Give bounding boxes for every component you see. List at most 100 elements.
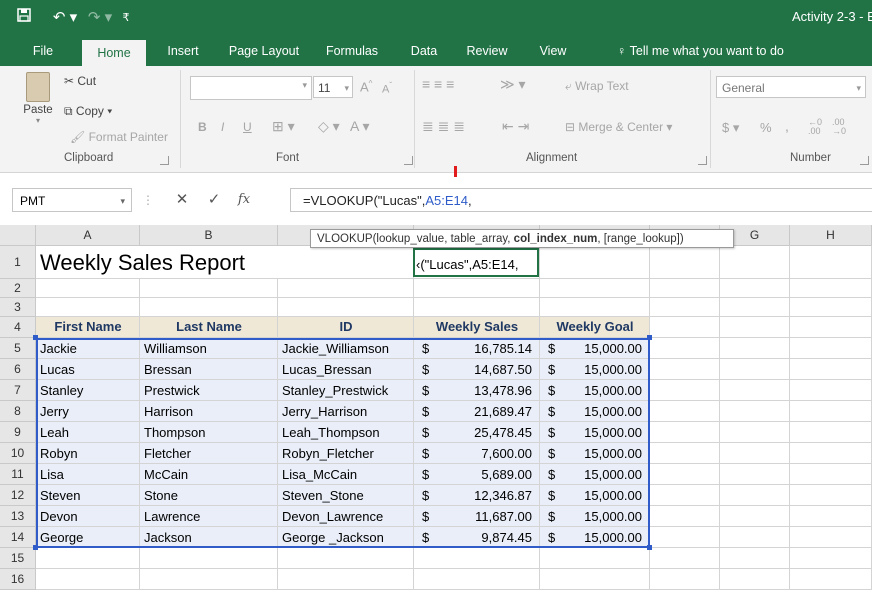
grid-cell[interactable] xyxy=(720,485,790,506)
tab-review[interactable]: Review xyxy=(460,36,514,66)
grid-cell[interactable] xyxy=(720,338,790,359)
fill-color-icon[interactable]: ◇ ▾ xyxy=(318,118,340,135)
row-header[interactable]: 14 xyxy=(0,527,36,548)
grid-cell[interactable] xyxy=(540,246,650,279)
column-header-a[interactable]: A xyxy=(36,225,140,246)
grid-cell[interactable] xyxy=(790,380,872,401)
grid-cell[interactable] xyxy=(720,443,790,464)
grid-cell[interactable] xyxy=(414,279,540,298)
number-format-select[interactable]: General ▾ xyxy=(716,76,866,98)
active-edit-cell[interactable]: ‹("Lucas",A5:E14, xyxy=(413,248,539,277)
orientation-icon[interactable]: ≫ ▾ xyxy=(500,76,526,93)
grid-cell[interactable] xyxy=(650,506,720,527)
tab-formulas[interactable]: Formulas xyxy=(320,36,384,66)
row-header[interactable]: 11 xyxy=(0,464,36,485)
increase-decimal-button[interactable]: ←0.00 xyxy=(808,118,822,136)
cancel-icon[interactable]: ✕ xyxy=(170,188,194,212)
top-align-icon[interactable]: ≡ ≡ ≡ xyxy=(422,76,454,92)
grid-cell[interactable] xyxy=(36,548,140,569)
alignment-launcher-icon[interactable] xyxy=(698,156,707,165)
grid-cell[interactable] xyxy=(790,338,872,359)
row-header[interactable]: 12 xyxy=(0,485,36,506)
grid-cell[interactable] xyxy=(790,464,872,485)
format-painter-button[interactable]: 🖌 Format Painter xyxy=(70,130,168,144)
grid-cell[interactable] xyxy=(650,485,720,506)
grid-cell[interactable] xyxy=(278,279,414,298)
grid-cell[interactable] xyxy=(650,359,720,380)
percent-button[interactable]: % xyxy=(760,120,772,135)
grid-cell[interactable] xyxy=(414,548,540,569)
row-header[interactable]: 6 xyxy=(0,359,36,380)
grid-cell[interactable] xyxy=(720,401,790,422)
grid-cell[interactable] xyxy=(540,279,650,298)
selection-handle[interactable] xyxy=(33,545,38,550)
grid-cell[interactable] xyxy=(140,569,278,590)
decrease-decimal-button[interactable]: .00 →0 xyxy=(832,118,846,136)
grid-cell[interactable] xyxy=(650,548,720,569)
row-header[interactable]: 4 xyxy=(0,317,36,338)
paste-button[interactable]: Paste ▾ xyxy=(20,72,56,125)
grid-cell[interactable] xyxy=(720,380,790,401)
grid-cell[interactable] xyxy=(720,317,790,338)
grid-cell[interactable] xyxy=(278,569,414,590)
tab-home[interactable]: Home xyxy=(82,40,146,66)
grid-cell[interactable] xyxy=(650,464,720,485)
row-header[interactable]: 2 xyxy=(0,279,36,298)
shrink-font-button[interactable]: Aˇ xyxy=(382,81,392,96)
grid-cell[interactable] xyxy=(36,569,140,590)
spreadsheet-grid[interactable]: ABCDEFGH12345678910111213141516Weekly Sa… xyxy=(0,225,872,608)
formula-input[interactable]: =VLOOKUP("Lucas",A5:E14, xyxy=(290,188,872,212)
grid-cell[interactable] xyxy=(720,569,790,590)
grid-cell[interactable] xyxy=(278,298,414,317)
tell-me-box[interactable]: ♀ Tell me what you want to do xyxy=(617,36,784,66)
grid-cell[interactable] xyxy=(36,298,140,317)
grow-font-button[interactable]: A^ xyxy=(360,79,372,94)
grid-cell[interactable] xyxy=(414,298,540,317)
grid-cell[interactable] xyxy=(650,569,720,590)
grid-cell[interactable] xyxy=(650,443,720,464)
row-header[interactable]: 5 xyxy=(0,338,36,359)
borders-icon[interactable]: ⊞ ▾ xyxy=(272,118,295,135)
grid-cell[interactable] xyxy=(278,246,414,279)
grid-cell[interactable] xyxy=(790,527,872,548)
underline-button[interactable]: U xyxy=(243,120,252,134)
grid-cell[interactable] xyxy=(36,279,140,298)
grid-cell[interactable] xyxy=(650,298,720,317)
save-icon[interactable] xyxy=(12,6,36,30)
grid-cell[interactable] xyxy=(790,485,872,506)
grid-cell[interactable] xyxy=(790,401,872,422)
row-header[interactable]: 13 xyxy=(0,506,36,527)
grid-cell[interactable] xyxy=(650,422,720,443)
row-header[interactable]: 8 xyxy=(0,401,36,422)
grid-cell[interactable] xyxy=(720,464,790,485)
currency-button[interactable]: $ ▾ xyxy=(722,120,739,136)
tab-data[interactable]: Data xyxy=(404,36,444,66)
grid-cell[interactable] xyxy=(790,279,872,298)
row-header[interactable]: 9 xyxy=(0,422,36,443)
select-all-corner[interactable] xyxy=(0,225,36,246)
grid-cell[interactable] xyxy=(790,317,872,338)
grid-cell[interactable] xyxy=(650,317,720,338)
grid-cell[interactable] xyxy=(790,506,872,527)
grid-cell[interactable] xyxy=(720,279,790,298)
grid-cell[interactable] xyxy=(650,279,720,298)
grid-cell[interactable] xyxy=(720,506,790,527)
cut-button[interactable]: ✂ Cut xyxy=(64,74,96,88)
redo-icon[interactable]: ↷ ▾ xyxy=(86,6,114,30)
bold-button[interactable]: B xyxy=(198,120,207,134)
grid-cell[interactable] xyxy=(790,443,872,464)
grid-cell[interactable] xyxy=(140,279,278,298)
grid-cell[interactable] xyxy=(790,359,872,380)
row-header[interactable]: 16 xyxy=(0,569,36,590)
grid-cell[interactable] xyxy=(140,298,278,317)
name-box[interactable]: PMT ▾ xyxy=(12,188,132,212)
row-header[interactable]: 1 xyxy=(0,246,36,279)
insert-function-icon[interactable]: fx xyxy=(232,188,256,212)
grid-cell[interactable] xyxy=(540,298,650,317)
tab-insert[interactable]: Insert xyxy=(158,36,208,66)
grid-cell[interactable] xyxy=(650,246,720,279)
selection-handle[interactable] xyxy=(647,335,652,340)
grid-cell[interactable] xyxy=(650,338,720,359)
grid-cell[interactable] xyxy=(414,569,540,590)
row-header[interactable]: 7 xyxy=(0,380,36,401)
